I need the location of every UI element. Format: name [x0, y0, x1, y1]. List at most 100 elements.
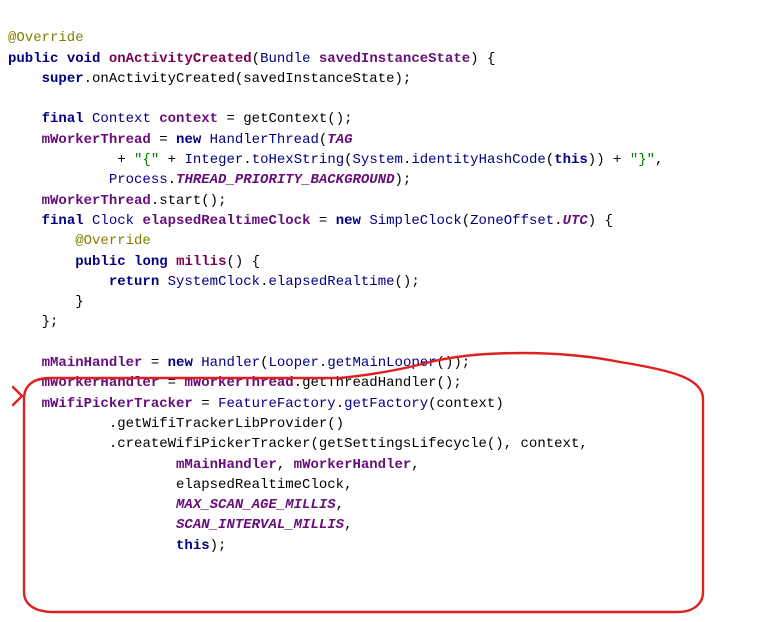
punct: ;: [411, 274, 419, 290]
punct: +: [109, 152, 134, 168]
const-SCAN_INTERVAL_MILLIS: SCAN_INTERVAL_MILLIS: [176, 517, 344, 533]
punct: (: [252, 51, 260, 67]
arg-savedInstanceState: savedInstanceState: [243, 71, 394, 87]
type-Looper: Looper: [269, 355, 319, 371]
punct: ): [596, 152, 604, 168]
kw-final2: final: [42, 213, 84, 229]
punct: (: [462, 213, 470, 229]
punct: (: [235, 71, 243, 87]
field-mWifiPickerTracker: mWifiPickerTracker: [42, 396, 193, 412]
punct: .: [109, 416, 117, 432]
arg-elapsedRealtimeClock: elapsedRealtimeClock: [176, 477, 344, 493]
field-mWorkerThread: mWorkerThread: [42, 132, 151, 148]
punct: ;: [344, 111, 352, 127]
punct: (: [260, 355, 268, 371]
punct: }: [42, 314, 50, 330]
field-mWorkerHandler: mWorkerHandler: [42, 375, 160, 391]
punct: ,: [411, 457, 419, 473]
punct: (): [395, 274, 412, 290]
var-elapsedRealtimeClock: elapsedRealtimeClock: [142, 213, 310, 229]
punct: ;: [50, 314, 58, 330]
punct: (): [327, 111, 344, 127]
static-getMainLooper: getMainLooper: [327, 355, 436, 371]
static-getFactory: getFactory: [344, 396, 428, 412]
punct: (): [437, 355, 454, 371]
punct: ;: [218, 193, 226, 209]
annotation-override2: @Override: [75, 233, 151, 249]
type-SystemClock: SystemClock: [168, 274, 260, 290]
kw-new: new: [176, 132, 201, 148]
call-getSettingsLifecycle: getSettingsLifecycle: [319, 436, 487, 452]
string-close-brace: "}": [630, 152, 655, 168]
var-context: context: [159, 111, 218, 127]
string-open-brace: "{": [134, 152, 159, 168]
type-bundle: Bundle: [260, 51, 310, 67]
param-savedInstanceState: savedInstanceState: [319, 51, 470, 67]
field-mWorkerThread2: mWorkerThread: [42, 193, 151, 209]
arg-context: context: [437, 396, 496, 412]
punct: ): [470, 51, 478, 67]
static-THREAD_PRIORITY_BACKGROUND: THREAD_PRIORITY_BACKGROUND: [176, 172, 394, 188]
punct: ,: [344, 477, 352, 493]
code-block: @Override public void onActivityCreated(…: [8, 8, 759, 556]
punct: (): [487, 436, 504, 452]
punct: ,: [277, 457, 285, 473]
arg-context2: context: [521, 436, 580, 452]
static-elapsedRealtime: elapsedRealtime: [268, 274, 394, 290]
type-Integer: Integer: [184, 152, 243, 168]
type-SimpleClock: SimpleClock: [369, 213, 461, 229]
kw-final: final: [42, 111, 84, 127]
punct: ;: [403, 172, 411, 188]
type-FeatureFactory: FeatureFactory: [218, 396, 336, 412]
type-context: Context: [92, 111, 151, 127]
punct: ): [453, 355, 461, 371]
static-toHexString: toHexString: [252, 152, 344, 168]
kw-long: long: [134, 254, 168, 270]
punct: =: [151, 132, 176, 148]
punct: ): [588, 213, 596, 229]
punct: +: [605, 152, 630, 168]
call-onActivityCreated: onActivityCreated: [92, 71, 235, 87]
punct: ): [394, 172, 402, 188]
kw-this: this: [554, 152, 588, 168]
punct: (): [437, 375, 454, 391]
punct: .: [294, 375, 302, 391]
const-MAX_SCAN_AGE_MILLIS: MAX_SCAN_AGE_MILLIS: [176, 497, 336, 513]
field-mMainHandler2: mMainHandler: [176, 457, 277, 473]
punct: (): [327, 416, 344, 432]
punct: (): [226, 254, 243, 270]
punct: ;: [218, 538, 226, 554]
punct: =: [159, 375, 184, 391]
punct: =: [142, 355, 167, 371]
field-mMainHandler: mMainHandler: [42, 355, 143, 371]
type-Process: Process: [109, 172, 168, 188]
method-onActivityCreated: onActivityCreated: [109, 51, 252, 67]
field-mWorkerThread3: mWorkerThread: [184, 375, 293, 391]
kw-new2: new: [336, 213, 361, 229]
punct: =: [218, 111, 243, 127]
field-mWorkerHandler2: mWorkerHandler: [294, 457, 412, 473]
punct: =: [310, 213, 335, 229]
punct: (: [344, 152, 352, 168]
punct: (: [546, 152, 554, 168]
annotation-override: @Override: [8, 30, 84, 46]
kw-super: super: [42, 71, 84, 87]
type-HandlerThread: HandlerThread: [210, 132, 319, 148]
punct: ,: [336, 497, 344, 513]
punct: {: [252, 254, 260, 270]
punct: .: [243, 152, 251, 168]
punct: .: [151, 193, 159, 209]
call-getThreadHandler: getThreadHandler: [302, 375, 436, 391]
kw-this2: this: [176, 538, 210, 554]
punct: }: [75, 294, 83, 310]
punct: ): [210, 538, 218, 554]
punct: ,: [504, 436, 512, 452]
call-start: start: [159, 193, 201, 209]
call-getContext: getContext: [243, 111, 327, 127]
punct: .: [168, 172, 176, 188]
punct: ,: [579, 436, 587, 452]
punct: .: [336, 396, 344, 412]
kw-public: public: [8, 51, 58, 67]
punct: .: [554, 213, 562, 229]
punct: (: [428, 396, 436, 412]
